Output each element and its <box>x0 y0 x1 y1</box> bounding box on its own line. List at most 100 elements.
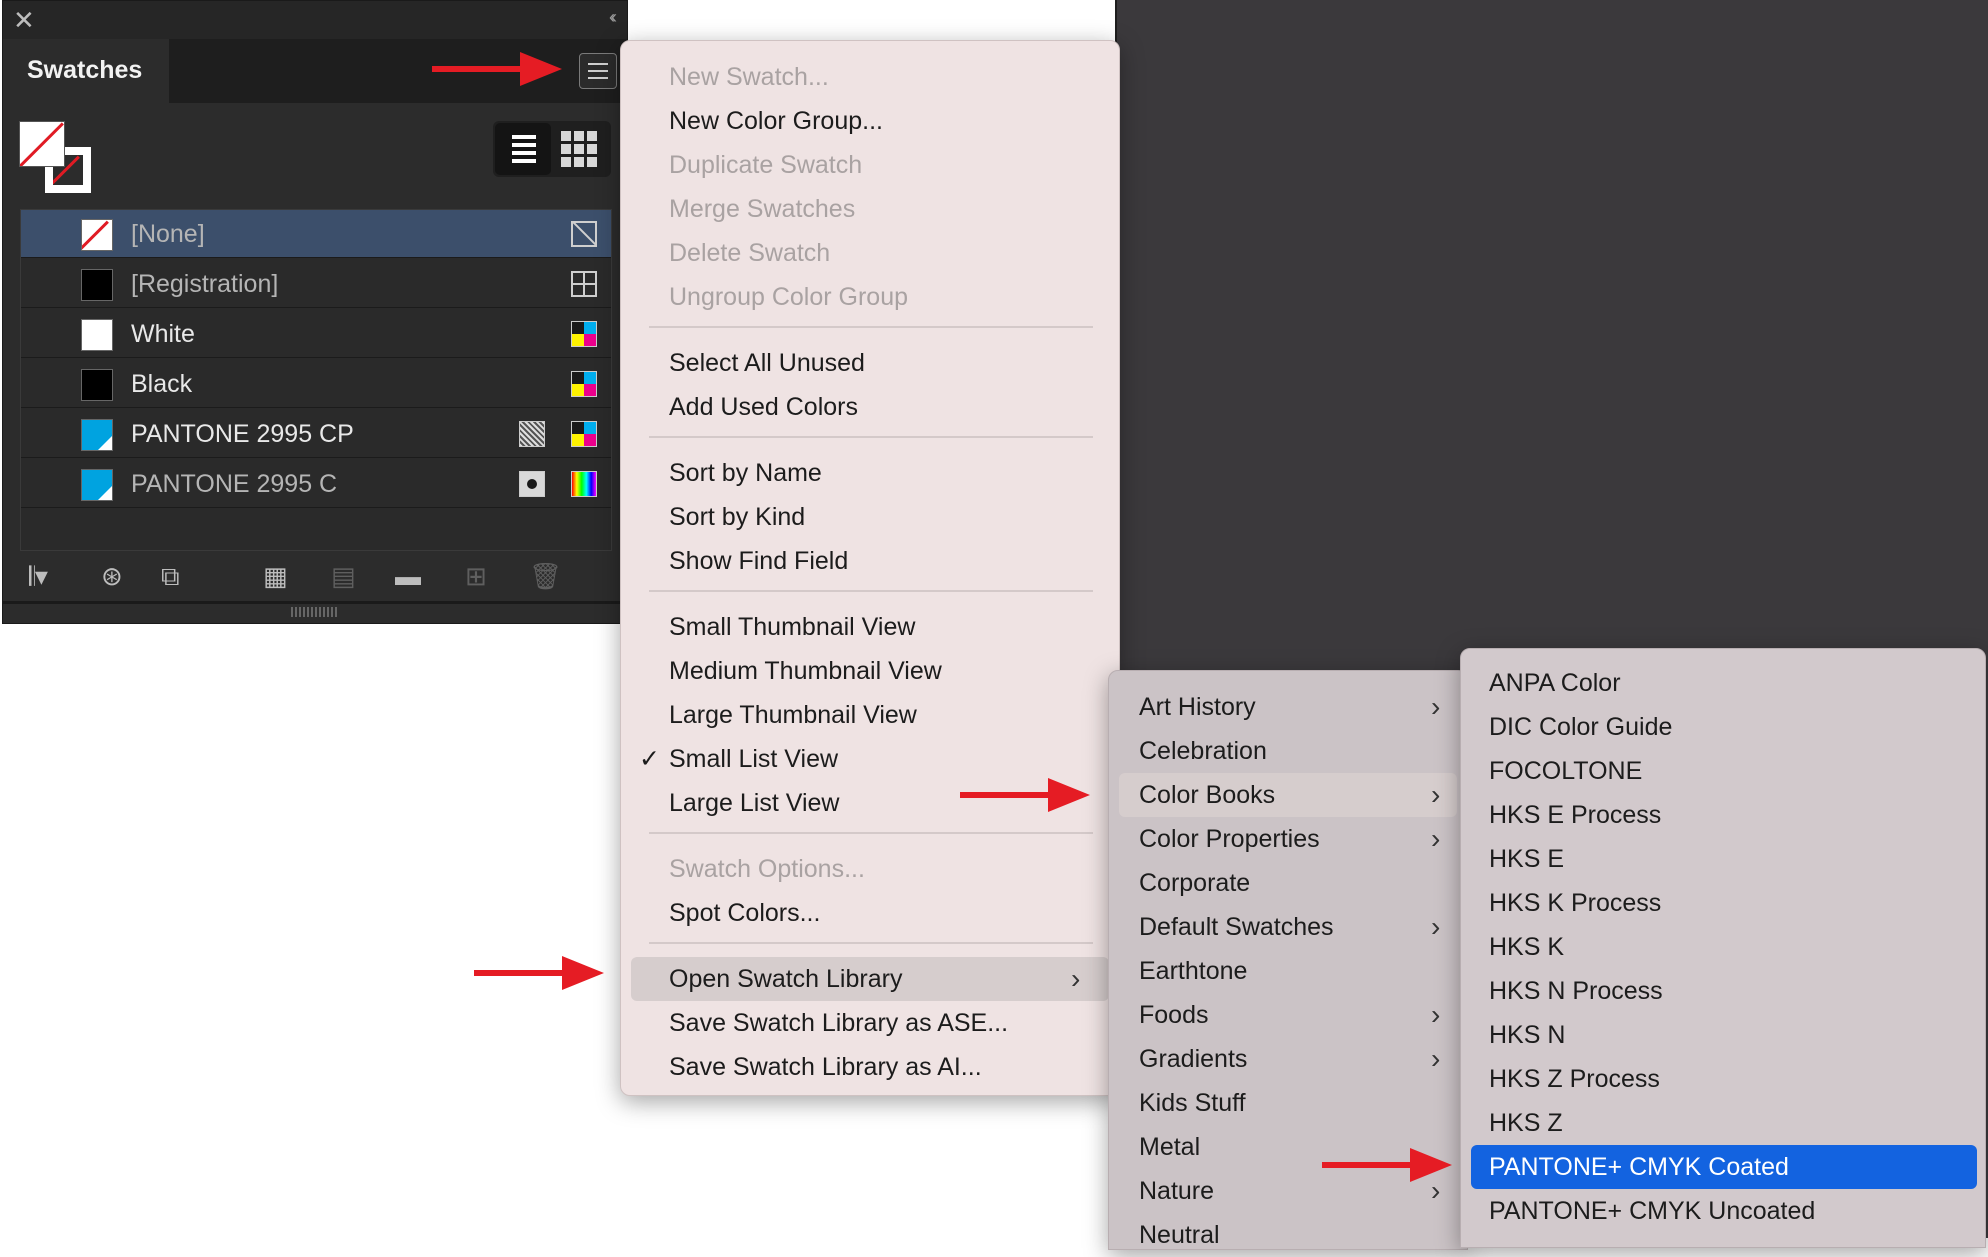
menu-item[interactable]: New Swatch... <box>621 55 1119 99</box>
swatch-row[interactable]: PANTONE 2995 C <box>21 460 611 508</box>
menu-item[interactable]: Select All Unused <box>621 341 1119 385</box>
swatch-chip <box>81 419 113 451</box>
menu-item[interactable]: Sort by Kind <box>621 495 1119 539</box>
library-menu-item[interactable]: Art History › <box>1109 685 1467 729</box>
menu-item[interactable]: ✓ Small List View <box>621 737 1119 781</box>
menu-item-label: Nature <box>1139 1177 1215 1205</box>
menu-item-label: HKS Z Process <box>1489 1065 1660 1093</box>
new-color-group-icon[interactable]: ▦ <box>263 561 288 591</box>
menu-item-label: Large Thumbnail View <box>669 701 917 729</box>
menu-item[interactable]: Merge Swatches <box>621 187 1119 231</box>
menu-item[interactable]: Small Thumbnail View <box>621 605 1119 649</box>
library-menu-item[interactable]: Celebration <box>1109 729 1467 773</box>
panel-menu-button[interactable] <box>579 53 617 89</box>
chevron-right-icon: › <box>1071 963 1081 994</box>
color-book-item[interactable]: HKS N Process <box>1461 969 1985 1013</box>
menu-item[interactable]: Delete Swatch <box>621 231 1119 275</box>
menu-item-label: Duplicate Swatch <box>669 151 863 179</box>
swatch-name: PANTONE 2995 C <box>131 470 338 498</box>
new-swatch-icon[interactable]: ⊞ <box>465 561 487 591</box>
menu-separator <box>649 590 1093 592</box>
menu-item[interactable]: Duplicate Swatch <box>621 143 1119 187</box>
library-menu-item[interactable]: Color Books › <box>1119 773 1457 817</box>
menu-item-label: Merge Swatches <box>669 195 856 223</box>
menu-item-label: FOCOLTONE <box>1489 757 1643 785</box>
color-book-item[interactable]: HKS E Process <box>1461 793 1985 837</box>
swatch-row[interactable]: PANTONE 2995 CP <box>21 410 611 458</box>
color-book-item[interactable]: HKS K Process <box>1461 881 1985 925</box>
menu-item[interactable]: Sort by Name <box>621 451 1119 495</box>
menu-item-label: New Swatch... <box>669 63 829 91</box>
fill-stroke-widget[interactable] <box>17 119 97 195</box>
menu-item-label: Medium Thumbnail View <box>669 657 942 685</box>
menu-item-label: Default Swatches <box>1139 913 1334 941</box>
menu-item[interactable]: Show Find Field <box>621 539 1119 583</box>
library-menu-item[interactable]: Corporate <box>1109 861 1467 905</box>
menu-item[interactable]: New Color Group... <box>621 99 1119 143</box>
library-menu-item[interactable]: Foods › <box>1109 993 1467 1037</box>
swatch-libraries-icon[interactable]: 𝄃▾ <box>29 561 48 591</box>
registration-icon <box>571 271 597 297</box>
panel-bottom-edge <box>3 601 627 604</box>
fill-none-icon[interactable] <box>19 121 65 167</box>
color-book-item[interactable]: FOCOLTONE <box>1461 749 1985 793</box>
swatch-row[interactable]: [Registration] <box>21 260 611 308</box>
collapse-icon[interactable]: ‹‹ <box>609 7 617 28</box>
swatch-options-icon[interactable]: ⧉ <box>161 561 180 591</box>
menu-item[interactable]: Open Swatch Library › <box>631 957 1109 1001</box>
menu-item-label: Show Find Field <box>669 547 849 575</box>
menu-item-label: HKS N Process <box>1489 977 1663 1005</box>
color-book-item[interactable]: HKS N <box>1461 1013 1985 1057</box>
panel-toolbar: 𝄃▾ ⊛ ⧉ ▦ ▤ ▬ ⊞ 🗑 <box>3 549 627 607</box>
menu-item[interactable]: Medium Thumbnail View <box>621 649 1119 693</box>
chevron-right-icon: › <box>1431 911 1441 942</box>
swatch-chip <box>81 319 113 351</box>
menu-item[interactable]: Large Thumbnail View <box>621 693 1119 737</box>
swatch-row[interactable]: Black <box>21 360 611 408</box>
resize-grip-icon[interactable] <box>291 607 339 617</box>
menu-item-label: Art History <box>1139 693 1256 721</box>
arrow-annotation <box>1322 1148 1452 1182</box>
panel-title-bar: ✕ ‹‹ <box>3 1 627 39</box>
menu-item[interactable]: Add Used Colors <box>621 385 1119 429</box>
rgb-icon <box>571 471 597 497</box>
color-book-item[interactable]: HKS Z Process <box>1461 1057 1985 1101</box>
menu-item[interactable]: Ungroup Color Group <box>621 275 1119 319</box>
menu-item-label: Large List View <box>669 789 840 817</box>
color-book-item[interactable]: HKS Z <box>1461 1101 1985 1145</box>
library-menu-item[interactable]: Default Swatches › <box>1109 905 1467 949</box>
library-menu-item[interactable]: Gradients › <box>1109 1037 1467 1081</box>
show-kinds-icon[interactable]: ⊛ <box>101 561 123 591</box>
library-menu-item[interactable]: Neutral <box>1109 1213 1467 1257</box>
cmyk-process-icon <box>571 321 597 347</box>
library-menu-item[interactable]: Color Properties › <box>1109 817 1467 861</box>
library-menu-item[interactable]: Kids Stuff <box>1109 1081 1467 1125</box>
menu-item-label: PANTONE+ CMYK Uncoated <box>1489 1197 1816 1225</box>
swatch-row[interactable]: White <box>21 310 611 358</box>
color-book-item[interactable]: PANTONE+ CMYK Uncoated <box>1461 1189 1985 1233</box>
view-toggle <box>493 121 611 177</box>
arrow-annotation <box>432 52 562 86</box>
menu-separator <box>649 832 1093 834</box>
library-menu-item[interactable]: Earthtone <box>1109 949 1467 993</box>
grid-view-icon[interactable] <box>561 131 597 167</box>
color-book-item[interactable]: HKS E <box>1461 837 1985 881</box>
list-view-icon[interactable] <box>495 123 551 175</box>
group-options-icon[interactable]: ▤ <box>331 561 356 591</box>
delete-swatch-icon[interactable]: 🗑 <box>529 561 562 591</box>
menu-item[interactable]: Save Swatch Library as ASE... <box>621 1001 1119 1045</box>
color-book-item[interactable]: DIC Color Guide <box>1461 705 1985 749</box>
chevron-right-icon: › <box>1431 691 1441 722</box>
menu-item[interactable]: Swatch Options... <box>621 847 1119 891</box>
tab-swatches[interactable]: Swatches <box>3 39 169 103</box>
spot-color-icon <box>519 471 545 497</box>
color-book-item[interactable]: HKS K <box>1461 925 1985 969</box>
menu-item-label: Spot Colors... <box>669 899 821 927</box>
swatch-row[interactable]: [None] <box>21 210 611 258</box>
menu-item[interactable]: Save Swatch Library as AI... <box>621 1045 1119 1089</box>
color-book-item[interactable]: ANPA Color <box>1461 661 1985 705</box>
color-book-item[interactable]: PANTONE+ CMYK Coated <box>1471 1145 1977 1189</box>
new-folder-icon[interactable]: ▬ <box>395 561 421 591</box>
menu-item[interactable]: Spot Colors... <box>621 891 1119 935</box>
close-icon[interactable]: ✕ <box>13 5 35 35</box>
